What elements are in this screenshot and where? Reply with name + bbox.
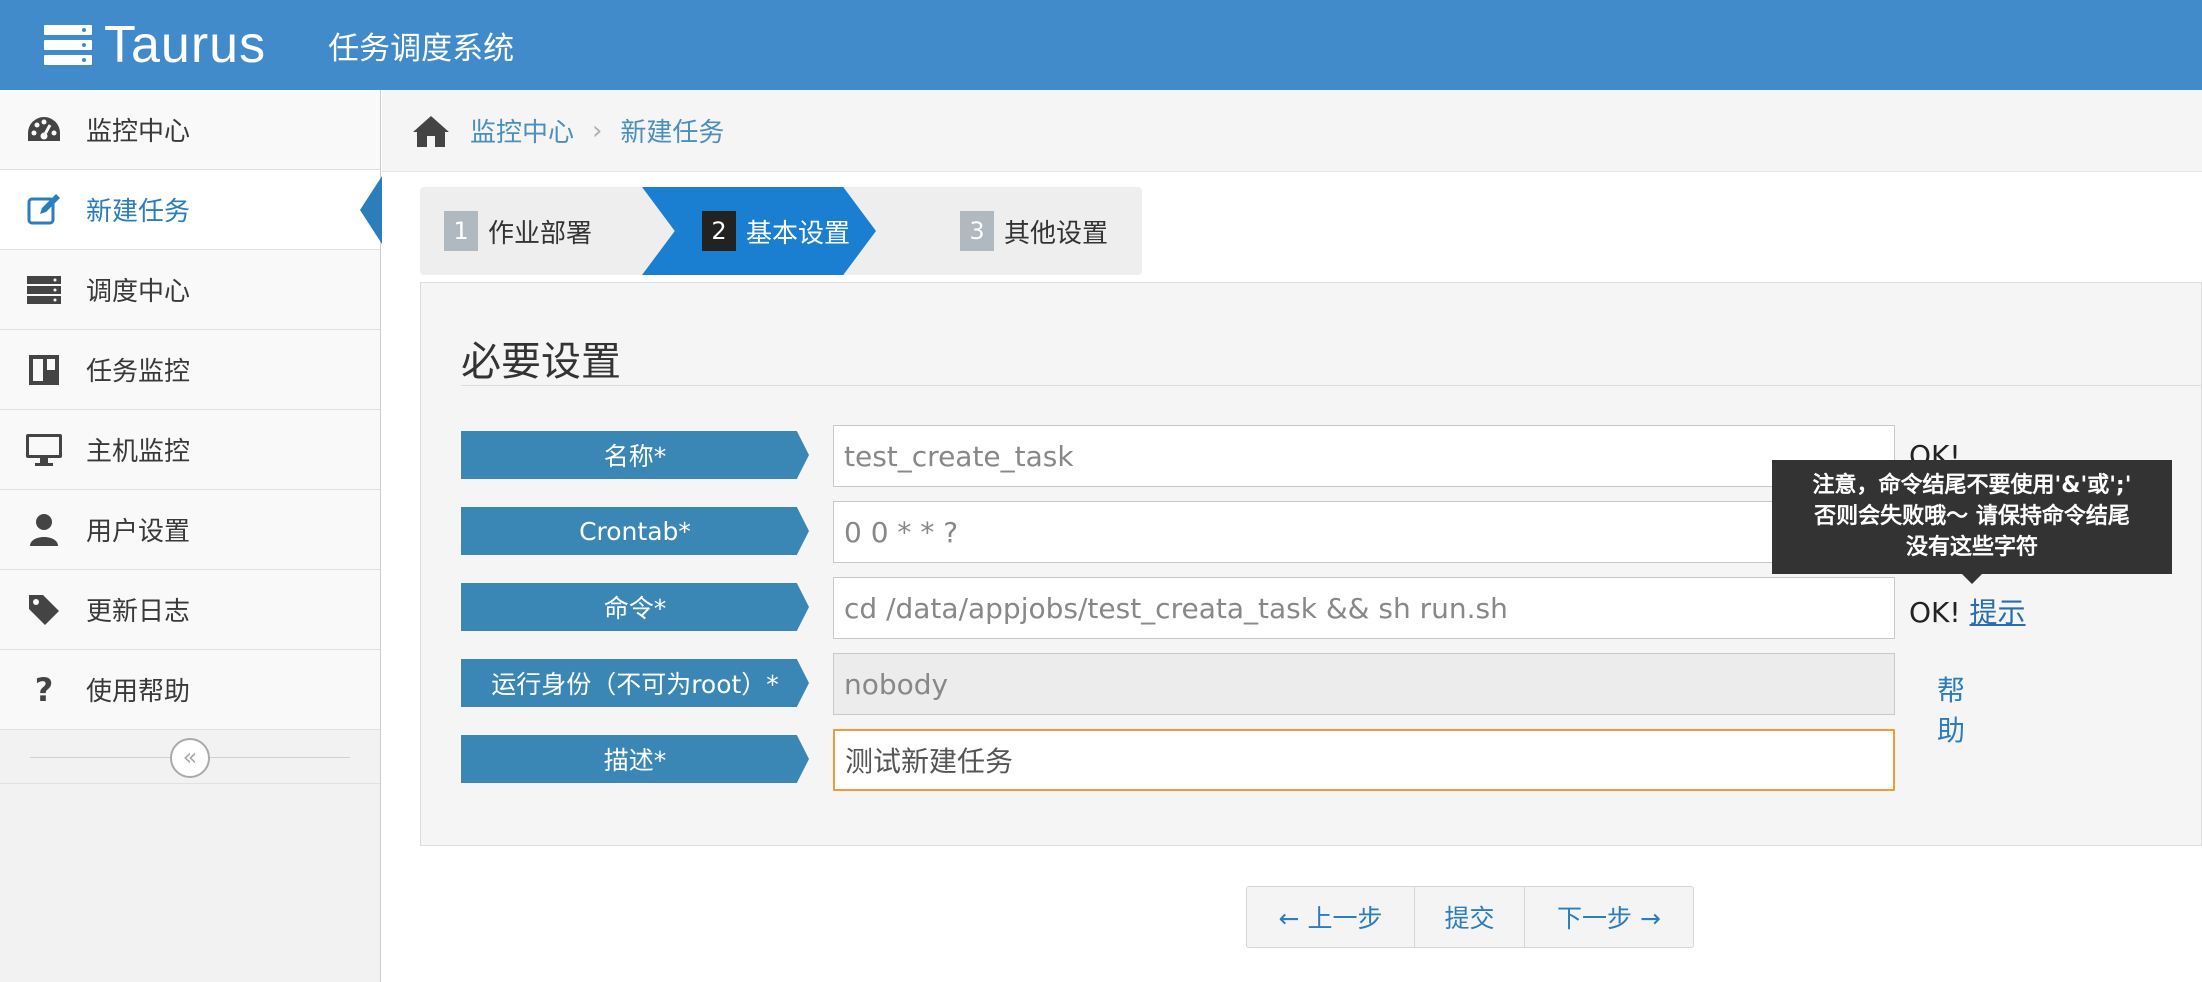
tooltip-line: 没有这些字符: [1905, 535, 2038, 560]
system-subtitle: 任务调度系统: [328, 30, 515, 67]
step-number: 3: [960, 211, 994, 251]
sidebar-collapse-bar: «: [0, 730, 380, 784]
breadcrumb-current: 新建任务: [620, 118, 725, 148]
step-label: 基本设置: [746, 218, 851, 249]
sidebar-item-user-settings[interactable]: 用户设置: [0, 490, 380, 570]
sidebar-item-host-monitor[interactable]: 主机监控: [0, 410, 380, 490]
field-label: 命令*: [461, 583, 809, 631]
step-label: 其他设置: [1004, 218, 1109, 249]
divider: [461, 385, 2201, 386]
wizard-step-3[interactable]: 3 其他设置: [960, 187, 1108, 275]
next-step-button[interactable]: 下一步 →: [1525, 887, 1693, 947]
breadcrumb-home-link[interactable]: 监控中心: [470, 112, 574, 149]
wizard-step-2[interactable]: 2 基本设置: [702, 187, 850, 275]
field-label: 描述*: [461, 735, 809, 783]
wizard-step-1[interactable]: 1 作业部署: [444, 187, 592, 275]
hint-link[interactable]: 提示: [1970, 596, 2026, 629]
field-label: Crontab*: [461, 507, 809, 555]
command-hint-tooltip: 注意，命令结尾不要使用'&'或';' 否则会失败哦～ 请保持命令结尾 没有这些字…: [1772, 460, 2172, 584]
command-input[interactable]: cd /data/appjobs/test_creata_task && sh …: [833, 577, 1895, 639]
wizard-nav-buttons: ← 上一步 提交 下一步 →: [1246, 886, 1694, 948]
prev-step-button[interactable]: ← 上一步: [1247, 887, 1415, 947]
sidebar-item-label: 更新日志: [86, 597, 191, 627]
wizard-steps: 1 作业部署 2 基本设置 3 其他设置: [420, 187, 1142, 275]
tag-icon: [24, 590, 64, 630]
sidebar-item-label: 主机监控: [86, 437, 191, 467]
server-icon: [24, 270, 64, 310]
sidebar-item-help[interactable]: ? 使用帮助: [0, 650, 380, 730]
question-icon: ?: [34, 670, 54, 709]
top-navbar: Taurus 任务调度系统: [0, 0, 2202, 90]
dashboard-icon: [24, 110, 64, 150]
field-label: 名称*: [461, 431, 809, 479]
breadcrumb: 监控中心 › 新建任务: [382, 90, 2202, 172]
sidebar-item-label: 调度中心: [86, 277, 191, 307]
run-as-input: nobody: [833, 653, 1895, 715]
sidebar-item-label: 使用帮助: [86, 677, 191, 707]
sidebar-item-label: 监控中心: [86, 117, 191, 147]
sidebar-item-task-monitor[interactable]: 任务监控: [0, 330, 380, 410]
sidebar: 监控中心 新建任务 调度中心 任务监控 主机监控 用户设置 更新日志 ? 使用帮…: [0, 90, 382, 982]
brand[interactable]: Taurus: [44, 15, 266, 75]
validation-status-group: OK! 提示: [1909, 591, 2026, 631]
sidebar-item-monitor-center[interactable]: 监控中心: [0, 90, 380, 170]
sidebar-item-label: 用户设置: [86, 517, 191, 547]
step-label: 作业部署: [488, 218, 593, 249]
desktop-icon: [24, 430, 64, 470]
form-section-title: 必要设置: [461, 339, 621, 385]
breadcrumb-separator: ›: [592, 115, 603, 146]
tooltip-line: 否则会失败哦～ 请保持命令结尾: [1814, 504, 2130, 529]
user-icon: [24, 510, 64, 550]
sidebar-item-changelog[interactable]: 更新日志: [0, 570, 380, 650]
edit-icon: [24, 190, 64, 230]
step-number: 1: [444, 211, 478, 251]
name-input[interactable]: test_create_task: [833, 425, 1895, 487]
field-label: 运行身份（不可为root）*: [461, 659, 809, 707]
sidebar-item-schedule-center[interactable]: 调度中心: [0, 250, 380, 330]
sidebar-item-label: 任务监控: [86, 357, 191, 387]
panels-icon: [24, 350, 64, 390]
crontab-input[interactable]: 0 0 * * ?: [833, 501, 1895, 563]
tooltip-line: 注意，命令结尾不要使用'&'或';': [1812, 473, 2132, 498]
help-link[interactable]: 帮助: [1937, 669, 1965, 749]
brand-name: Taurus: [104, 16, 267, 74]
collapse-sidebar-button[interactable]: «: [170, 738, 210, 778]
step-number: 2: [702, 211, 736, 251]
sidebar-item-label: 新建任务: [86, 197, 191, 227]
home-icon[interactable]: [412, 114, 450, 148]
sidebar-item-new-task[interactable]: 新建任务: [0, 170, 382, 250]
submit-button[interactable]: 提交: [1415, 887, 1525, 947]
validation-status: OK!: [1909, 596, 1961, 629]
server-stack-icon: [44, 25, 92, 65]
description-input[interactable]: 测试新建任务: [833, 729, 1895, 791]
